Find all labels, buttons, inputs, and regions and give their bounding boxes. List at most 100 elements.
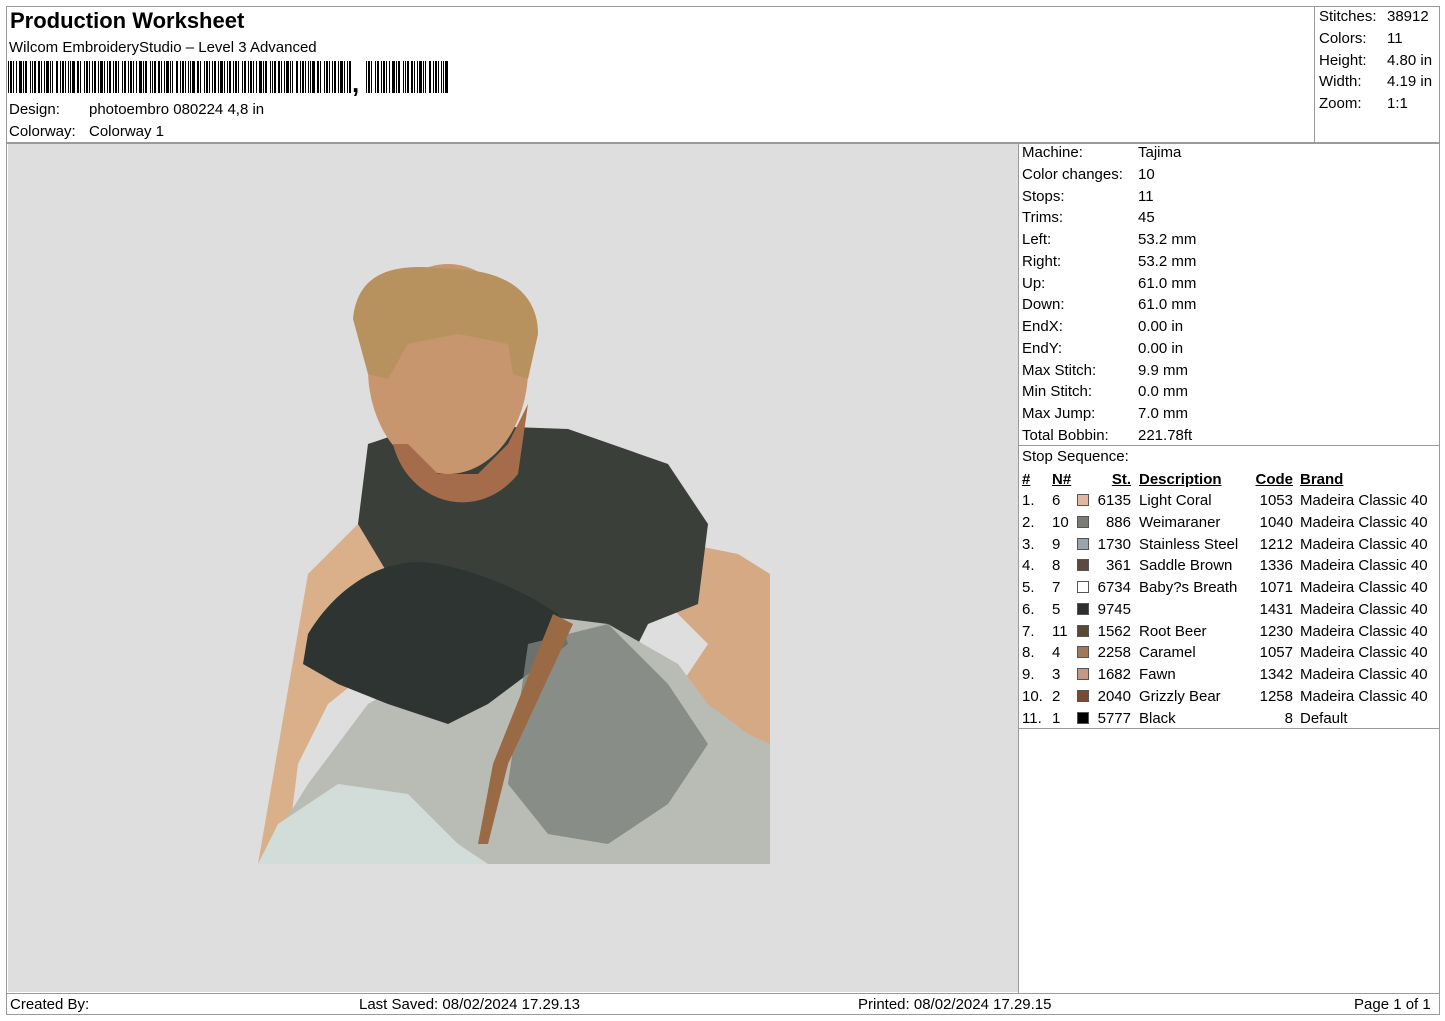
page-title: Production Worksheet — [10, 8, 245, 33]
barcode-bar — [227, 61, 228, 93]
stop-row-code: 1212 — [1259, 535, 1293, 553]
barcode-bar — [389, 61, 390, 93]
barcode-bar — [292, 61, 293, 93]
barcode-bar — [130, 61, 132, 93]
barcode-bar — [324, 61, 325, 93]
barcode-bar — [425, 61, 426, 93]
barcode-bar — [206, 61, 208, 93]
barcode-bar — [84, 61, 85, 93]
barcode-bar — [136, 61, 137, 93]
stop-row-num: 9. — [1022, 666, 1035, 683]
stop-row-stitches: 2258 — [1097, 644, 1131, 662]
barcode-bar — [56, 61, 58, 93]
barcode-bar — [235, 61, 237, 93]
barcode-bar — [13, 61, 14, 93]
barcode-bar — [107, 61, 108, 93]
barcode-bar — [405, 61, 406, 93]
barcode-bar — [161, 61, 162, 93]
stop-row-stitches: 9745 — [1097, 600, 1131, 618]
barcode-bar — [62, 61, 64, 93]
stop-row-brand: Default — [1300, 709, 1348, 727]
barcode-bar — [284, 61, 285, 93]
design-value: photoembro 080224 4,8 in — [89, 101, 265, 118]
barcode-bar — [143, 61, 144, 93]
barcode-bar — [38, 61, 40, 93]
stop-row-stitches: 5777 — [1097, 709, 1131, 727]
barcode-bar — [8, 61, 9, 93]
barcode-bar — [438, 61, 439, 93]
machine-info-label: Color changes: — [1022, 165, 1123, 183]
stop-row-needle: 3 — [1052, 666, 1061, 683]
barcode-bar — [68, 61, 69, 93]
stop-row-needle: 11 — [1052, 622, 1068, 640]
stop-row-needle: 9 — [1052, 535, 1061, 553]
summary-value: 1:1 — [1387, 95, 1408, 113]
stop-row-stitches: 2040 — [1097, 687, 1131, 705]
barcode-bar — [396, 61, 397, 93]
color-swatch — [1077, 559, 1089, 572]
barcode-bar — [98, 61, 99, 93]
stop-row-needle: 6 — [1052, 492, 1061, 509]
barcode-bar — [349, 61, 351, 93]
machine-info-value: 0.0 mm — [1138, 383, 1189, 401]
stop-row-code: 1071 — [1259, 579, 1293, 596]
barcode-bar — [44, 61, 45, 93]
barcode-bar — [274, 61, 276, 93]
stop-row-stitches: 361 — [1105, 557, 1131, 575]
barcode-bar — [233, 61, 234, 93]
machine-info-label: Max Jump: — [1022, 405, 1096, 422]
barcode-bar — [19, 61, 22, 93]
color-swatch — [1077, 515, 1089, 528]
stop-row-num: 6. — [1022, 600, 1035, 618]
stop-row-description: Grizzly Bear — [1139, 687, 1221, 705]
barcode-bar — [128, 61, 129, 93]
barcode-bar — [50, 61, 51, 93]
machine-info-value: 53.2 mm — [1138, 252, 1197, 270]
barcode-bar — [25, 61, 27, 93]
barcode-bar — [305, 61, 306, 93]
barcode-bar — [320, 61, 321, 93]
color-swatch — [1077, 646, 1089, 659]
barcode-bar — [256, 61, 257, 93]
panel-divider — [1018, 143, 1019, 994]
summary-value: 38912 — [1387, 8, 1429, 25]
embroidery-design-image — [258, 264, 770, 864]
barcode-bar — [166, 61, 169, 93]
barcode-bar — [16, 61, 17, 93]
barcode-bar — [80, 61, 81, 93]
barcode-bar — [259, 61, 262, 93]
stop-row-brand: Madeira Classic 40 — [1300, 644, 1428, 662]
barcode-bar — [182, 61, 184, 93]
stop-row-needle: 7 — [1052, 579, 1061, 596]
stop-row-stitches: 1562 — [1097, 622, 1131, 640]
barcode-bar — [300, 61, 301, 93]
barcode-bar — [296, 61, 298, 93]
colorway-value: Colorway 1 — [89, 123, 165, 140]
barcode-bar — [185, 61, 186, 93]
barcode-bar — [86, 61, 88, 93]
col-header-code: Code — [1255, 471, 1294, 488]
summary-label: Height: — [1319, 51, 1367, 69]
stop-row-num: 7. — [1022, 622, 1035, 640]
barcode-bar — [32, 61, 33, 93]
barcode-bar — [377, 61, 379, 93]
barcode-bar — [89, 61, 90, 93]
stop-row-description: Root Beer — [1139, 622, 1207, 640]
barcode-bar — [272, 61, 273, 93]
stop-row-description: Stainless Steel — [1139, 535, 1239, 553]
barcode-bar — [229, 61, 231, 93]
stop-row-num: 1. — [1022, 492, 1035, 509]
barcode-bar — [407, 61, 409, 93]
stop-row-code: 1342 — [1259, 666, 1293, 683]
barcode-bar — [340, 61, 343, 93]
footer-frame — [6, 993, 1440, 1015]
machine-info-label: Stops: — [1022, 187, 1065, 205]
summary-label: Stitches: — [1319, 8, 1377, 25]
barcode-bar — [375, 61, 376, 93]
summary-value: 4.19 in — [1387, 73, 1433, 91]
stop-row-stitches: 1682 — [1097, 666, 1131, 683]
stop-row-description: Fawn — [1139, 666, 1176, 683]
stop-row-brand: Madeira Classic 40 — [1300, 600, 1428, 618]
stop-row-brand: Madeira Classic 40 — [1300, 579, 1428, 596]
machine-info-label: Max Stitch: — [1022, 361, 1097, 379]
